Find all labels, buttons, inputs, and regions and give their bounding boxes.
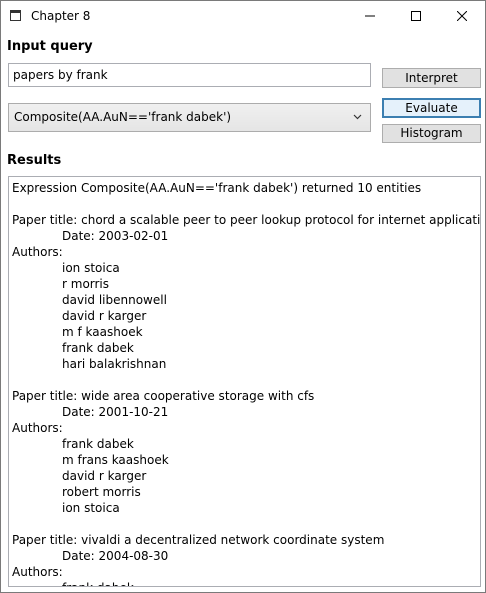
author-item: frank dabek: [62, 341, 134, 355]
chevron-down-icon: [353, 114, 362, 120]
paper-title: Paper title: chord a scalable peer to pe…: [12, 213, 481, 227]
main-window: Chapter 8 Input query papers by frank In…: [0, 0, 486, 593]
author-item: ion stoica: [62, 261, 120, 275]
evaluate-button[interactable]: Evaluate: [382, 98, 481, 118]
close-button[interactable]: [439, 1, 485, 31]
paper-date: Date: 2003-02-01: [62, 229, 169, 243]
results-textbox[interactable]: Expression Composite(AA.AuN=='frank dabe…: [8, 176, 481, 587]
author-item: david libennowell: [62, 293, 167, 307]
author-item: david r karger: [62, 469, 147, 483]
maximize-button[interactable]: [393, 1, 439, 31]
minimize-icon: [365, 15, 375, 17]
maximize-icon: [411, 11, 421, 21]
combobox-selected-value: Composite(AA.AuN=='frank dabek'): [14, 110, 232, 124]
paper-date: Date: 2004-08-30: [62, 549, 169, 563]
paper-title: Paper title: vivaldi a decentralized net…: [12, 533, 385, 547]
query-input[interactable]: papers by frank: [8, 63, 371, 87]
author-item: frank dabek: [12, 580, 477, 586]
interpret-button[interactable]: Interpret: [382, 68, 481, 88]
paper-date: Date: 2001-10-21: [62, 405, 169, 419]
results-content: Expression Composite(AA.AuN=='frank dabe…: [12, 180, 481, 586]
expression-combobox[interactable]: Composite(AA.AuN=='frank dabek'): [8, 103, 371, 132]
results-label: Results: [7, 153, 62, 168]
authors-label: Authors:: [12, 421, 63, 435]
results-summary: Expression Composite(AA.AuN=='frank dabe…: [12, 181, 422, 195]
author-item: david r karger: [62, 309, 147, 323]
author-item: robert morris: [62, 485, 141, 499]
author-item: m f kaashoek: [62, 325, 143, 339]
author-item: hari balakrishnan: [62, 357, 167, 371]
paper-title: Paper title: wide area cooperative stora…: [12, 389, 315, 403]
author-item: frank dabek: [62, 437, 134, 451]
title-bar[interactable]: Chapter 8: [1, 1, 485, 31]
author-item: ion stoica: [62, 501, 120, 515]
authors-label: Authors:: [12, 565, 63, 579]
app-window-icon: [10, 10, 21, 21]
author-item: m frans kaashoek: [62, 453, 169, 467]
author-item: r morris: [62, 277, 110, 291]
histogram-button[interactable]: Histogram: [382, 124, 481, 143]
input-query-label: Input query: [7, 39, 93, 54]
authors-label: Authors:: [12, 245, 63, 259]
close-icon: [457, 11, 467, 21]
window-title: Chapter 8: [31, 9, 91, 23]
minimize-button[interactable]: [347, 1, 393, 31]
